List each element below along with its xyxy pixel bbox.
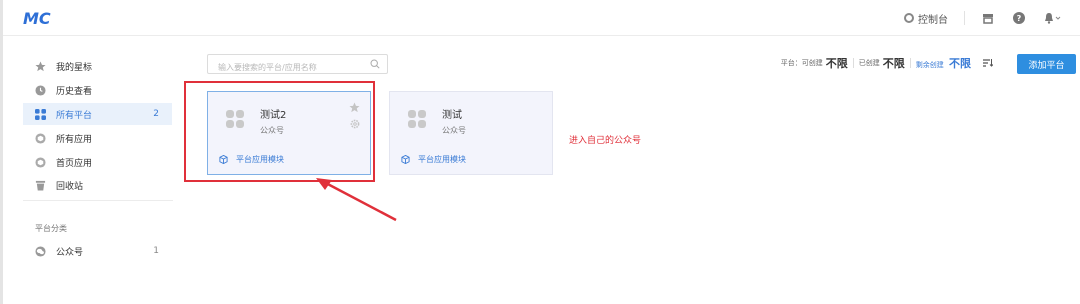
sidebar-item-label: 回收站 bbox=[56, 181, 84, 192]
wechat-icon bbox=[35, 245, 46, 257]
notification-bell-icon[interactable] bbox=[1043, 11, 1063, 25]
clock-icon bbox=[35, 84, 46, 96]
platform-stats: 平台： 可创建 不限 已创建 不限 剩余创建 不限 bbox=[781, 52, 993, 74]
platform-grid-icon bbox=[408, 110, 426, 128]
item-count: 1 bbox=[153, 246, 159, 256]
sidebar: 我的星标 历史查看 所有平台 2 所有应用 首页应用 回收站 平台分类 公众号 … bbox=[3, 36, 175, 304]
help-icon[interactable]: ? bbox=[1012, 11, 1026, 25]
add-platform-button[interactable]: 添加平台 bbox=[1017, 54, 1076, 74]
card-title: 测试 bbox=[442, 110, 462, 121]
stats-can-create-value: 不限 bbox=[825, 57, 848, 70]
star-icon bbox=[35, 60, 46, 72]
store-icon[interactable] bbox=[981, 11, 995, 25]
divider bbox=[964, 11, 965, 25]
sort-icon[interactable] bbox=[983, 58, 993, 68]
cube-icon bbox=[35, 156, 46, 168]
stats-divider bbox=[909, 58, 911, 68]
svg-text:MC: MC bbox=[23, 9, 51, 27]
sidebar-item-all-apps[interactable]: 所有应用 bbox=[23, 127, 172, 149]
annotation-arrow bbox=[316, 178, 397, 222]
stats-can-create-label: 可创建 bbox=[801, 59, 823, 67]
stats-platform-label: 平台： bbox=[780, 59, 802, 67]
sidebar-item-trash[interactable]: 回收站 bbox=[23, 174, 172, 196]
stats-created-value: 不限 bbox=[882, 57, 905, 70]
search-box bbox=[207, 54, 388, 77]
stats-created-label: 已创建 bbox=[858, 59, 880, 67]
annotation-highlight-box bbox=[184, 81, 375, 182]
console-label: 控制台 bbox=[918, 14, 948, 26]
sidebar-item-label: 历史查看 bbox=[56, 86, 93, 97]
svg-text:?: ? bbox=[1017, 14, 1022, 23]
sidebar-section-title: 平台分类 bbox=[35, 224, 67, 233]
card-module-link[interactable]: 平台应用模块 bbox=[401, 154, 466, 165]
dashboard-icon bbox=[904, 13, 914, 23]
card-module-label: 平台应用模块 bbox=[418, 155, 466, 164]
sidebar-item-home-apps[interactable]: 首页应用 bbox=[23, 151, 172, 173]
stats-divider bbox=[852, 58, 854, 68]
stats-remaining-label: 剩余创建 bbox=[915, 61, 944, 69]
top-bar: MC 控制台 ? bbox=[3, 0, 1080, 36]
search-input[interactable] bbox=[208, 58, 363, 77]
stats-remaining-value: 不限 bbox=[949, 57, 971, 70]
sidebar-item-label: 所有应用 bbox=[56, 134, 93, 145]
card-type: 公众号 bbox=[442, 126, 466, 135]
sidebar-item-history[interactable]: 历史查看 bbox=[23, 79, 172, 101]
sidebar-item-all-platforms[interactable]: 所有平台 2 bbox=[23, 103, 172, 125]
cube-icon bbox=[35, 132, 46, 144]
grid-icon bbox=[35, 108, 46, 120]
sidebar-divider bbox=[23, 200, 173, 201]
search-icon[interactable] bbox=[370, 59, 380, 69]
module-icon bbox=[401, 155, 410, 164]
platform-card[interactable]: 测试 公众号 平台应用模块 bbox=[389, 91, 553, 175]
console-link[interactable]: 控制台 bbox=[904, 11, 948, 26]
sidebar-category-wechat[interactable]: 公众号 1 bbox=[23, 240, 172, 262]
sidebar-item-label: 公众号 bbox=[56, 247, 84, 258]
sidebar-item-label: 我的星标 bbox=[56, 62, 93, 73]
trash-icon bbox=[35, 180, 46, 191]
stats-remaining: 剩余创建 不限 bbox=[916, 55, 971, 71]
sidebar-item-starred[interactable]: 我的星标 bbox=[23, 55, 172, 77]
annotation-note: 进入自己的公众号 bbox=[569, 136, 642, 146]
item-count: 2 bbox=[153, 109, 159, 119]
sidebar-item-label: 所有平台 bbox=[56, 110, 93, 121]
sidebar-item-label: 首页应用 bbox=[56, 158, 93, 169]
brand-logo[interactable]: MC bbox=[23, 9, 57, 27]
